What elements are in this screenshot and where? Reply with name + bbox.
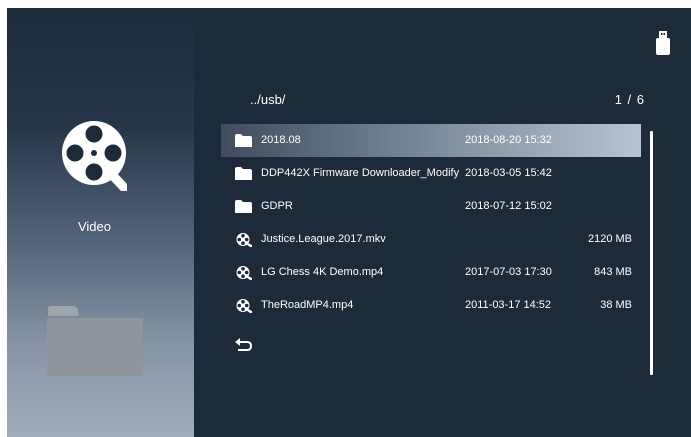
file-name: TheRoadMP4.mp4 [261,299,354,311]
file-name: LG Chess 4K Demo.mp4 [261,266,384,278]
file-date: 2011-03-17 14:52 [465,299,552,311]
folder-icon [235,134,252,147]
folder-icon[interactable] [45,306,145,376]
file-date: 2018-08-20 15:32 [465,134,552,146]
folder-icon [235,200,252,213]
page-indicator: 1 / 6 [614,92,645,107]
file-row[interactable]: 2018.08 2018-08-20 15:32 [221,124,641,157]
file-row[interactable]: DDP442X Firmware Downloader_Modify 2018-… [221,157,641,190]
file-date: 2017-07-03 17:30 [465,266,552,278]
file-name: DDP442X Firmware Downloader_Modify [261,167,460,179]
category-label: Video [77,219,111,234]
file-list: 2018.08 2018-08-20 15:32 DDP442X Firmwar… [221,124,641,322]
file-size: 843 MB [594,266,632,278]
file-row[interactable]: TheRoadMP4.mp4 2011-03-17 14:52 38 MB [221,289,641,322]
film-reel-icon [236,233,252,247]
file-name: 2018.08 [261,134,301,146]
file-name: GDPR [261,200,293,212]
media-player-screen: Video ../usb/ 1 / 6 2018.08 2018-08-20 1… [7,8,691,437]
current-path: ../usb/ [250,92,286,107]
file-row[interactable]: LG Chess 4K Demo.mp4 2017-07-03 17:30 84… [221,256,641,289]
scrollbar[interactable] [650,131,653,375]
film-reel-icon [236,299,252,313]
folder-icon [235,167,252,180]
file-date: 2018-07-12 15:02 [465,200,552,212]
file-row[interactable]: GDPR 2018-07-12 15:02 [221,190,641,223]
usb-drive-icon [656,31,670,55]
file-size: 38 MB [600,299,632,311]
film-reel-icon [236,266,252,280]
file-date: 2018-03-05 15:42 [465,167,552,179]
media-category-panel: Video [7,8,194,437]
back-arrow-icon[interactable] [235,338,253,352]
video-reel-icon[interactable] [61,120,129,192]
file-size: 2120 MB [587,233,632,245]
file-row[interactable]: Justice.League.2017.mkv 2120 MB [221,223,641,256]
file-name: Justice.League.2017.mkv [261,233,386,245]
